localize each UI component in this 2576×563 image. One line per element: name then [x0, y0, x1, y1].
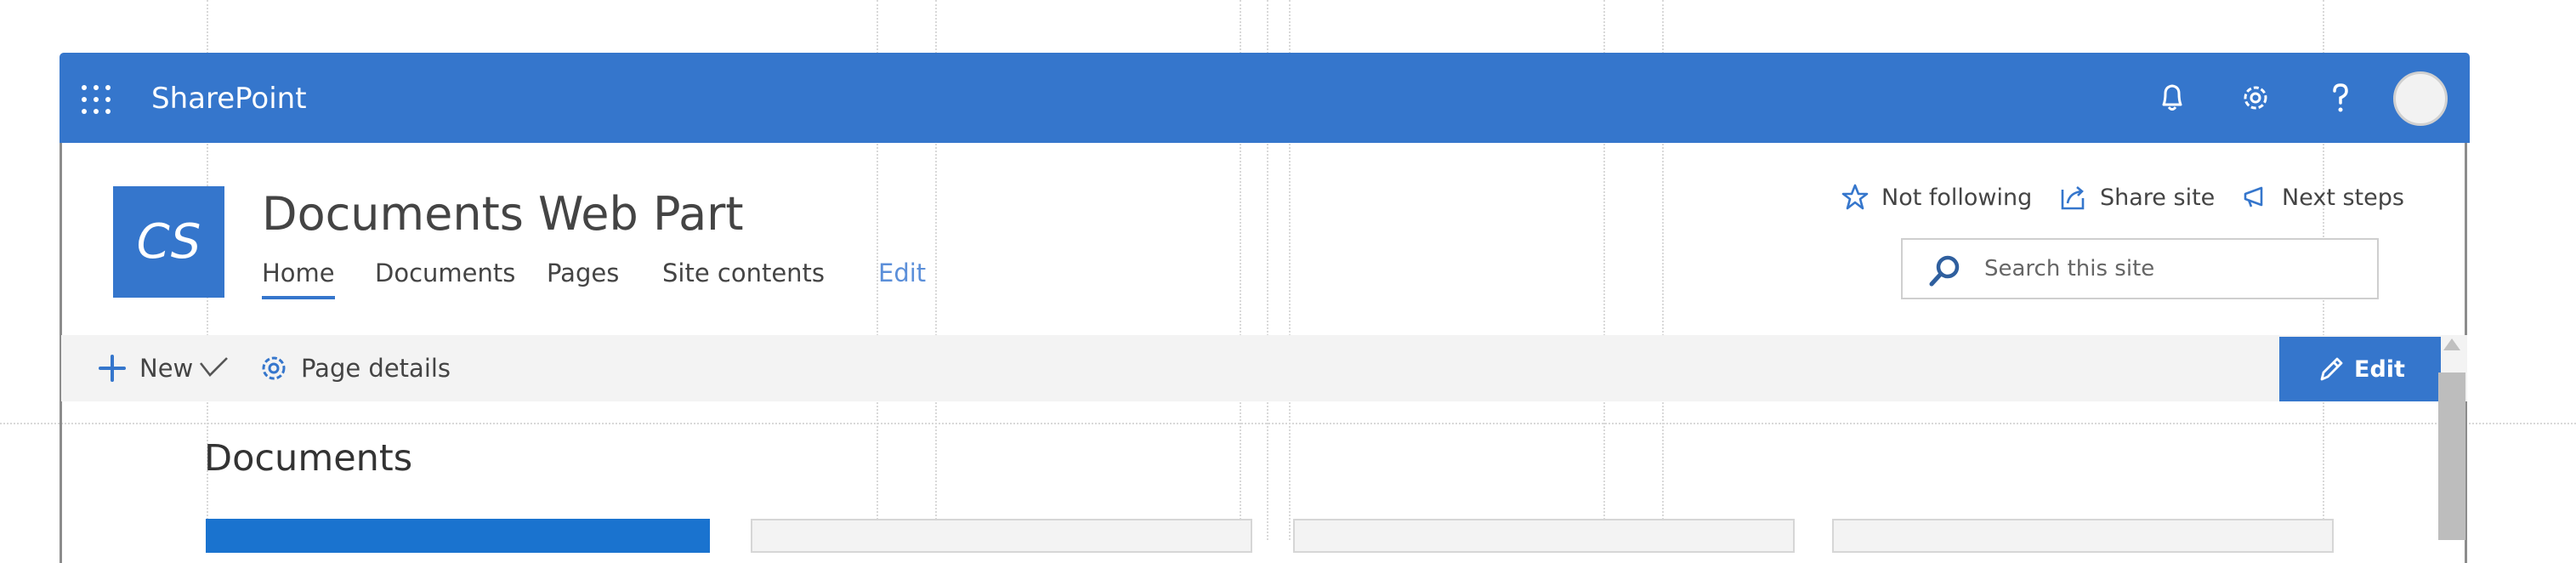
command-bar: New Page details: [61, 335, 2467, 401]
nav-item-pages[interactable]: Pages: [547, 259, 619, 287]
follow-label: Not following: [1881, 184, 2033, 211]
new-label: New: [139, 354, 194, 383]
next-steps-label: Next steps: [2282, 184, 2404, 211]
plus-icon: [99, 355, 126, 382]
document-tile[interactable]: [1832, 519, 2334, 553]
share-label: Share site: [2100, 184, 2216, 211]
gear-icon: [262, 356, 286, 380]
suite-bar: SharePoint: [60, 53, 2470, 143]
avatar[interactable]: [2393, 71, 2448, 126]
nav-edit-link[interactable]: Edit: [878, 259, 926, 287]
gear-icon[interactable]: [2234, 77, 2277, 119]
follow-button[interactable]: Not following: [1841, 182, 2032, 213]
scroll-thumb[interactable]: [2438, 372, 2465, 540]
nav-item-site-contents[interactable]: Site contents: [662, 259, 825, 287]
page-details-label: Page details: [301, 354, 451, 383]
chevron-down-icon: [200, 357, 229, 377]
pencil-icon: [2320, 357, 2343, 381]
nav-item-documents[interactable]: Documents: [375, 259, 515, 287]
brand-name[interactable]: SharePoint: [151, 82, 307, 116]
search-icon: [1929, 255, 1960, 287]
next-steps-button[interactable]: Next steps: [2241, 182, 2404, 213]
star-icon: [1841, 184, 1869, 210]
help-icon[interactable]: [2319, 77, 2362, 119]
new-button[interactable]: New: [97, 352, 229, 384]
nav-item-home[interactable]: Home: [262, 259, 335, 299]
bell-icon[interactable]: [2151, 77, 2193, 119]
vertical-scrollbar[interactable]: [2438, 338, 2465, 540]
share-icon: [2061, 186, 2085, 210]
site-logo[interactable]: CS: [113, 186, 224, 298]
documents-section-title: Documents: [204, 437, 413, 480]
site-title: Documents Web Part: [262, 187, 744, 241]
scroll-up-arrow[interactable]: [2443, 338, 2460, 350]
document-tile[interactable]: [751, 519, 1252, 553]
document-tile[interactable]: [1293, 519, 1795, 553]
megaphone-icon: [2244, 186, 2263, 208]
app-launcher-icon[interactable]: [82, 85, 111, 114]
page-details-button[interactable]: Page details: [258, 352, 451, 384]
site-search-box[interactable]: [1901, 238, 2379, 299]
share-site-button[interactable]: Share site: [2059, 182, 2215, 213]
document-tile[interactable]: [206, 519, 710, 553]
search-input[interactable]: [1984, 252, 2358, 286]
edit-page-label: Edit: [2354, 355, 2405, 383]
edit-page-button[interactable]: Edit: [2279, 337, 2441, 401]
